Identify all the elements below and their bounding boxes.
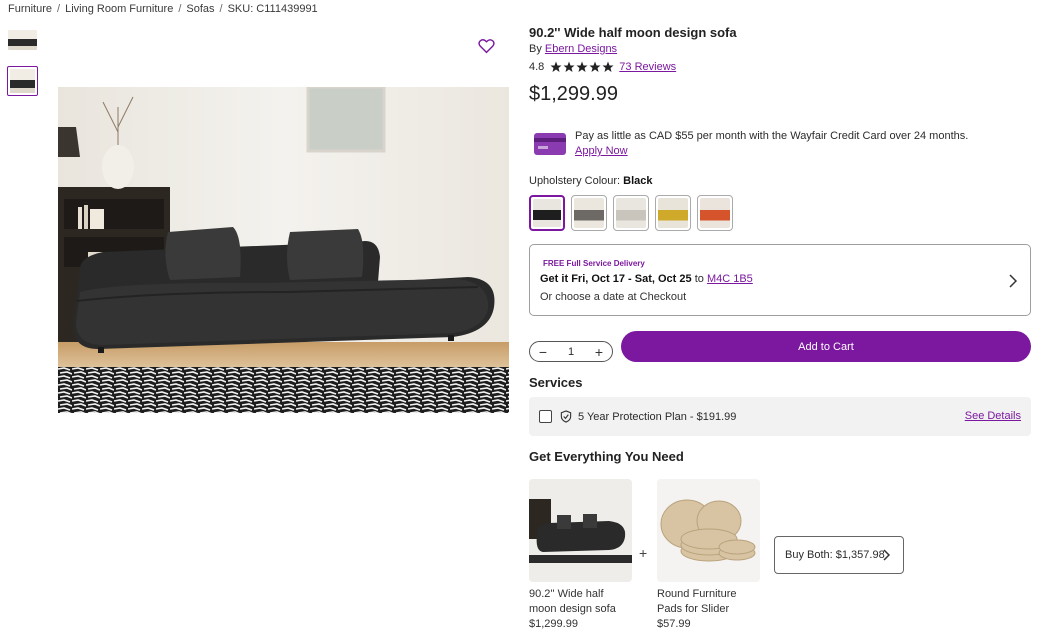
delivery-dates: Get it Fri, Oct 17 - Sat, Oct 25 to M4C … — [540, 273, 753, 285]
rating-value: 4.8 — [529, 61, 545, 73]
thumbnail-strip — [7, 29, 39, 111]
bundle-item-sofa[interactable]: 90.2'' Wide half moon design sofa $1,299… — [529, 479, 632, 632]
rating: 4.8 73 Reviews — [529, 61, 676, 73]
star-icon — [602, 61, 614, 72]
star-icon — [589, 61, 601, 72]
protection-plan-label: 5 Year Protection Plan - $191.99 — [578, 410, 737, 423]
bundle-pads-image[interactable] — [657, 479, 760, 582]
star-rating — [550, 61, 614, 73]
product-price: $1,299.99 — [529, 83, 618, 105]
credit-offer-text: Pay as little as CAD $55 per month with … — [575, 130, 969, 142]
breadcrumb-sofas[interactable]: Sofas — [186, 3, 214, 15]
services-heading: Services — [529, 375, 583, 390]
star-icon — [550, 61, 562, 72]
breadcrumb: Furniture / Living Room Furniture / Sofas / SK… — [8, 3, 318, 15]
color-swatch-cream[interactable] — [613, 195, 649, 231]
star-icon — [576, 61, 588, 72]
delivery-badge: FREE Full Service Delivery — [543, 259, 645, 268]
bundle-item-price: $1,299.99 — [529, 618, 578, 630]
chevron-right-icon — [883, 549, 891, 561]
bundle-item-name: 90.2'' Wide half moon design sofa — [529, 588, 616, 615]
thumbnail-1[interactable] — [7, 29, 38, 51]
upholstery-value: Black — [623, 175, 653, 187]
protection-plan-row: 5 Year Protection Plan - $191.99 See Det… — [529, 397, 1031, 436]
quantity-decrease-button[interactable]: − — [537, 345, 549, 359]
product-image — [58, 87, 509, 413]
favorite-heart-icon[interactable] — [478, 38, 495, 54]
add-to-cart-button[interactable]: Add to Cart — [621, 331, 1031, 362]
quantity-increase-button[interactable]: + — [593, 345, 605, 359]
color-swatch-grey[interactable] — [571, 195, 607, 231]
shield-icon — [560, 410, 572, 423]
brand-line: By Ebern Designs — [529, 43, 618, 55]
bundle-plus: + — [639, 545, 648, 561]
color-swatch-black[interactable] — [529, 195, 565, 231]
star-icon — [563, 61, 575, 72]
thumbnail-2[interactable] — [7, 66, 38, 96]
bundle-heading: Get Everything You Need — [529, 449, 684, 464]
upholstery-label: Upholstery Colour: Black — [529, 175, 653, 187]
quantity-stepper: − 1 + — [529, 341, 613, 362]
protection-plan-checkbox[interactable] — [539, 410, 552, 423]
bundle-item-name: Round Furniture Pads for Slider — [657, 588, 737, 615]
bundle-item-price: $57.99 — [657, 618, 691, 630]
quantity-value[interactable]: 1 — [568, 346, 574, 358]
delivery-choose-text: Or choose a date at Checkout — [540, 291, 687, 303]
buy-both-label: Buy Both: $1,357.98 — [785, 549, 885, 561]
buy-both-button[interactable]: Buy Both: $1,357.98 — [774, 536, 904, 574]
color-swatches — [529, 195, 733, 231]
color-swatch-orange[interactable] — [697, 195, 733, 231]
breadcrumb-sku: SKU: C111439991 — [227, 3, 318, 15]
apply-now-link[interactable]: Apply Now — [575, 145, 628, 157]
credit-offer: Pay as little as CAD $55 per month with … — [529, 129, 968, 159]
reviews-link[interactable]: 73 Reviews — [619, 61, 676, 73]
see-details-link[interactable]: See Details — [965, 410, 1021, 422]
breadcrumb-furniture[interactable]: Furniture — [8, 3, 52, 15]
credit-card-icon — [534, 133, 566, 155]
chevron-right-icon — [1009, 274, 1018, 288]
breadcrumb-living-room[interactable]: Living Room Furniture — [65, 3, 173, 15]
postal-code-link[interactable]: M4C 1B5 — [707, 273, 753, 285]
color-swatch-yellow[interactable] — [655, 195, 691, 231]
brand-link[interactable]: Ebern Designs — [545, 43, 617, 55]
bundle-sofa-image[interactable] — [529, 479, 632, 582]
product-title: 90.2'' Wide half moon design sofa — [529, 25, 737, 40]
bundle-item-pads[interactable]: Round Furniture Pads for Slider $57.99 — [657, 479, 760, 632]
delivery-card[interactable]: FREE Full Service Delivery Get it Fri, O… — [529, 244, 1031, 316]
